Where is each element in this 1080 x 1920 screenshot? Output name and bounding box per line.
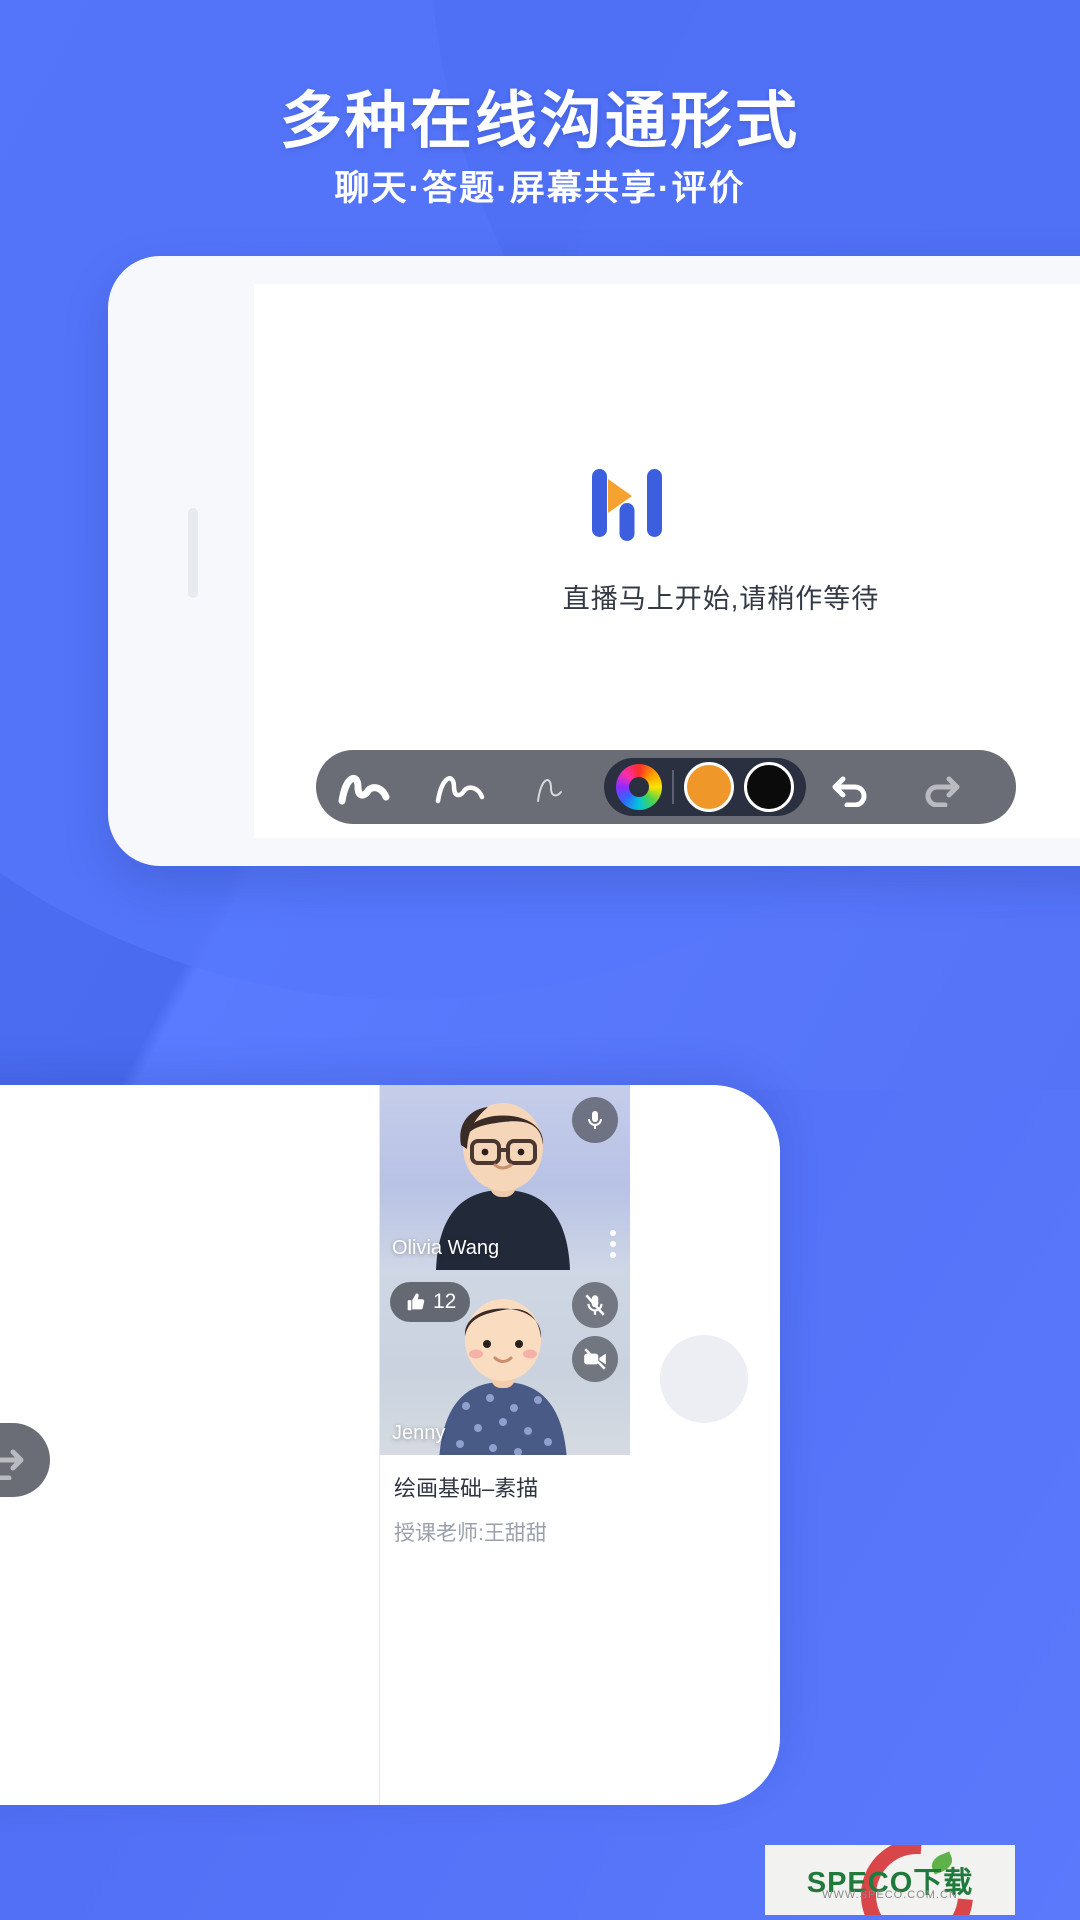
device-screen-bottom: 始,请稍作等待 xyxy=(0,1085,780,1805)
participant-name: Jenny xyxy=(392,1422,446,1444)
color-swatch-black[interactable] xyxy=(744,762,794,812)
watermark: SPECO下载 WWW.SPECO.COM.CN xyxy=(765,1845,1015,1915)
wps-live-logo xyxy=(592,469,662,541)
like-count: 12 xyxy=(433,1290,457,1313)
page-subtitle: 聊天·答题·屏幕共享·评价 xyxy=(334,169,746,208)
watermark-url: WWW.SPECO.COM.CN xyxy=(822,1889,958,1901)
decorative-circle xyxy=(660,1335,748,1423)
undo-icon[interactable] xyxy=(806,767,896,807)
waiting-message: 直播马上开始,请稍作等待 xyxy=(562,584,880,614)
device-frame-top: 直播马上开始,请稍作等待 xyxy=(108,256,1080,866)
color-picker-group[interactable] xyxy=(604,758,806,816)
color-swatch-orange[interactable] xyxy=(684,762,734,812)
course-info: 绘画基础–素描 授课老师:王甜甜 xyxy=(380,1455,658,1563)
hero-panel: 多种在线沟通形式 聊天·答题·屏幕共享·评价 直播马上开始,请稍作等待 xyxy=(0,0,1080,1090)
live-stage: 始,请稍作等待 xyxy=(0,1085,748,1805)
course-title: 绘画基础–素描 xyxy=(394,1476,539,1501)
participant-menu-icon[interactable] xyxy=(610,1230,616,1258)
brush-thin-icon[interactable] xyxy=(508,750,604,824)
participant-name: Olivia Wang xyxy=(392,1237,500,1259)
mic-muted-icon[interactable] xyxy=(572,1282,618,1328)
like-count-badge: 12 xyxy=(390,1282,471,1322)
participant-list: Olivia Wang 12 Jenny 绘画基础–素描 授课老师:王甜甜 xyxy=(380,1085,630,1805)
brush-medium-icon[interactable] xyxy=(412,750,508,824)
course-teacher: 授课老师:王甜甜 xyxy=(394,1522,547,1545)
device-speaker xyxy=(188,508,198,598)
drawing-toolbar[interactable] xyxy=(316,750,1016,824)
mic-on-icon[interactable] xyxy=(572,1097,618,1143)
redo-icon[interactable] xyxy=(0,1440,50,1480)
participant-card[interactable]: Olivia Wang xyxy=(380,1085,630,1270)
participant-card[interactable]: 12 Jenny xyxy=(380,1270,630,1455)
device-screen-top: 直播马上开始,请稍作等待 xyxy=(254,284,1080,838)
device-frame-bottom: 始,请稍作等待 xyxy=(0,1085,780,1805)
divider xyxy=(672,770,674,804)
thumbs-up-icon xyxy=(407,1293,425,1311)
page-title: 多种在线沟通形式 xyxy=(279,87,800,156)
brush-thick-icon[interactable] xyxy=(316,750,412,824)
color-wheel-icon[interactable] xyxy=(616,764,662,810)
redo-icon[interactable] xyxy=(896,767,986,807)
camera-off-icon[interactable] xyxy=(572,1336,618,1382)
drawing-toolbar[interactable] xyxy=(0,1423,50,1497)
